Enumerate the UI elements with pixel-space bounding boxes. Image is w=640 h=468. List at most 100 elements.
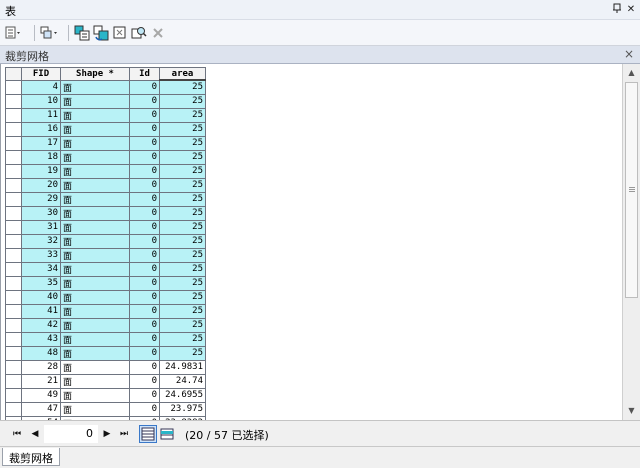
- cell-fid[interactable]: 20: [21, 177, 61, 193]
- table-row[interactable]: 28 面 0 24.9831: [5, 359, 206, 375]
- cell-shape[interactable]: 面: [60, 107, 130, 123]
- row-selector[interactable]: [5, 219, 22, 235]
- cell-shape[interactable]: 面: [60, 359, 130, 375]
- cell-fid[interactable]: 19: [21, 163, 61, 179]
- cell-id[interactable]: 0: [129, 219, 160, 235]
- cell-shape[interactable]: 面: [60, 387, 130, 403]
- next-record-icon[interactable]: ▶: [100, 427, 114, 441]
- cell-shape[interactable]: 面: [60, 177, 130, 193]
- row-selector-header[interactable]: [5, 67, 22, 81]
- cell-area[interactable]: 25: [159, 303, 206, 319]
- cell-fid[interactable]: 18: [21, 149, 61, 165]
- cell-area[interactable]: 25: [159, 331, 206, 347]
- table-row[interactable]: 41 面 0 25: [5, 303, 206, 319]
- table-row[interactable]: 29 面 0 25: [5, 191, 206, 207]
- cell-area[interactable]: 25: [159, 107, 206, 123]
- cell-fid[interactable]: 42: [21, 317, 61, 333]
- row-selector[interactable]: [5, 373, 22, 389]
- cell-id[interactable]: 0: [129, 317, 160, 333]
- cell-id[interactable]: 0: [129, 93, 160, 109]
- cell-area[interactable]: 24.74: [159, 373, 206, 389]
- row-selector[interactable]: [5, 289, 22, 305]
- switch-selection-icon[interactable]: [92, 25, 110, 41]
- cell-area[interactable]: 24.9831: [159, 359, 206, 375]
- cell-fid[interactable]: 17: [21, 135, 61, 151]
- cell-id[interactable]: 0: [129, 303, 160, 319]
- cell-shape[interactable]: 面: [60, 219, 130, 235]
- cell-area[interactable]: 25: [159, 289, 206, 305]
- table-options-icon[interactable]: [4, 25, 22, 41]
- cell-shape[interactable]: 面: [60, 303, 130, 319]
- show-selected-records-button[interactable]: [158, 425, 176, 443]
- cell-fid[interactable]: 40: [21, 289, 61, 305]
- row-selector[interactable]: [5, 93, 22, 109]
- current-record-input[interactable]: 0: [44, 425, 98, 443]
- cell-shape[interactable]: 面: [60, 79, 130, 95]
- cell-id[interactable]: 0: [129, 205, 160, 221]
- cell-area[interactable]: 25: [159, 219, 206, 235]
- last-record-icon[interactable]: ⏭: [117, 427, 131, 441]
- cell-fid[interactable]: 49: [21, 387, 61, 403]
- cell-fid[interactable]: 31: [21, 219, 61, 235]
- cell-area[interactable]: 25: [159, 233, 206, 249]
- cell-fid[interactable]: 21: [21, 373, 61, 389]
- row-selector[interactable]: [5, 191, 22, 207]
- table-row[interactable]: 30 面 0 25: [5, 205, 206, 221]
- row-selector[interactable]: [5, 107, 22, 123]
- cell-area[interactable]: 25: [159, 135, 206, 151]
- cell-area[interactable]: 25: [159, 345, 206, 361]
- cell-id[interactable]: 0: [129, 401, 160, 417]
- table-row[interactable]: 33 面 0 25: [5, 247, 206, 263]
- cell-area[interactable]: 25: [159, 247, 206, 263]
- window-close-icon[interactable]: ✕: [624, 3, 638, 17]
- cell-id[interactable]: 0: [129, 177, 160, 193]
- cell-area[interactable]: 25: [159, 317, 206, 333]
- cell-id[interactable]: 0: [129, 275, 160, 291]
- cell-shape[interactable]: 面: [60, 317, 130, 333]
- cell-area[interactable]: 24.6955: [159, 387, 206, 403]
- row-selector[interactable]: [5, 303, 22, 319]
- cell-fid[interactable]: 33: [21, 247, 61, 263]
- tab-clip-grid[interactable]: 裁剪网格: [2, 448, 60, 466]
- cell-fid[interactable]: 41: [21, 303, 61, 319]
- previous-record-icon[interactable]: ◀: [28, 427, 42, 441]
- column-header-area[interactable]: area: [159, 67, 206, 82]
- scroll-up-icon[interactable]: ▲: [623, 65, 640, 81]
- cell-shape[interactable]: 面: [60, 121, 130, 137]
- row-selector[interactable]: [5, 135, 22, 151]
- table-row[interactable]: 18 面 0 25: [5, 149, 206, 165]
- delete-selected-icon[interactable]: [149, 25, 167, 41]
- cell-shape[interactable]: 面: [60, 149, 130, 165]
- table-row[interactable]: 21 面 0 24.74: [5, 373, 206, 389]
- cell-shape[interactable]: 面: [60, 205, 130, 221]
- cell-area[interactable]: 25: [159, 191, 206, 207]
- pin-icon[interactable]: [610, 3, 624, 17]
- cell-area[interactable]: 25: [159, 163, 206, 179]
- cell-shape[interactable]: 面: [60, 247, 130, 263]
- cell-id[interactable]: 0: [129, 107, 160, 123]
- row-selector[interactable]: [5, 79, 22, 95]
- table-row[interactable]: 49 面 0 24.6955: [5, 387, 206, 403]
- scroll-thumb[interactable]: [625, 82, 638, 298]
- table-row[interactable]: 4 面 0 25: [5, 79, 206, 95]
- table-row[interactable]: 19 面 0 25: [5, 163, 206, 179]
- cell-area[interactable]: 25: [159, 275, 206, 291]
- row-selector[interactable]: [5, 177, 22, 193]
- table-row[interactable]: 16 面 0 25: [5, 121, 206, 137]
- cell-shape[interactable]: 面: [60, 345, 130, 361]
- cell-id[interactable]: 0: [129, 261, 160, 277]
- cell-fid[interactable]: 29: [21, 191, 61, 207]
- row-selector[interactable]: [5, 345, 22, 361]
- first-record-icon[interactable]: ⏮: [10, 427, 24, 441]
- cell-fid[interactable]: 48: [21, 345, 61, 361]
- row-selector[interactable]: [5, 261, 22, 277]
- row-selector[interactable]: [5, 275, 22, 291]
- cell-shape[interactable]: 面: [60, 191, 130, 207]
- row-selector[interactable]: [5, 205, 22, 221]
- cell-shape[interactable]: 面: [60, 261, 130, 277]
- cell-area[interactable]: 25: [159, 79, 206, 95]
- related-tables-icon[interactable]: [40, 25, 58, 41]
- row-selector[interactable]: [5, 149, 22, 165]
- cell-id[interactable]: 0: [129, 359, 160, 375]
- cell-shape[interactable]: 面: [60, 331, 130, 347]
